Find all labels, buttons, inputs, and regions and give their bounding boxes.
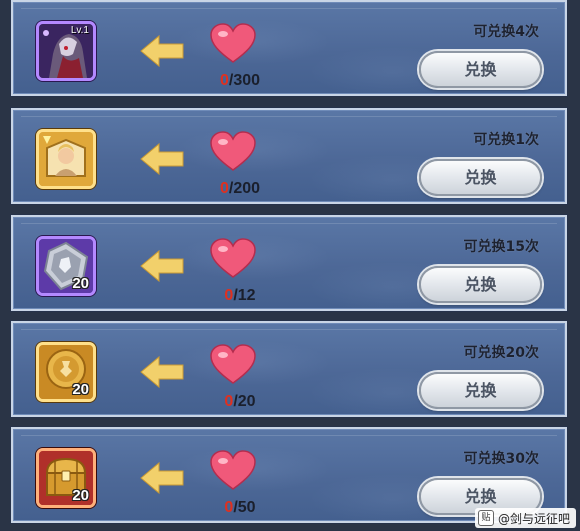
cost-counter: 0/12 — [195, 287, 285, 305]
heart-icon — [210, 344, 256, 384]
arrow-left-icon — [140, 34, 184, 68]
cost-need: /20 — [233, 393, 256, 410]
exchange-row: 20 0/20 可兑换20次 兑换 — [11, 321, 567, 417]
heart-icon — [210, 450, 256, 490]
exchange-row: 20 0/12 可兑换15次 兑换 — [11, 215, 567, 311]
cost-need: /200 — [228, 180, 261, 197]
heart-icon — [210, 23, 256, 63]
item-quantity: 20 — [72, 487, 89, 504]
exchange-button[interactable]: 兑换 — [419, 372, 542, 409]
watermark: 贴 @剑与远征吧 — [474, 508, 576, 528]
portrait-frame-icon — [39, 132, 93, 186]
exchange-limit-label: 可兑换30次 — [463, 451, 539, 467]
exchange-limit-label: 可兑换4次 — [473, 24, 539, 40]
exchange-button[interactable]: 兑换 — [419, 159, 542, 196]
hero-card-item[interactable]: Lv.1 — [36, 21, 96, 81]
cost-need: /50 — [233, 499, 256, 516]
silver-coin-item[interactable]: 20 — [36, 236, 96, 296]
cost-have: 0 — [224, 393, 234, 410]
exchange-button[interactable]: 兑换 — [419, 51, 542, 88]
cost-counter: 0/50 — [195, 499, 285, 517]
exchange-limit-label: 可兑换15次 — [463, 239, 539, 255]
gold-coin-item[interactable]: 20 — [36, 342, 96, 402]
item-quantity: 20 — [72, 275, 89, 292]
cost-counter: 0/20 — [195, 393, 285, 411]
cost-have: 0 — [219, 72, 229, 89]
exchange-row: 0/200 可兑换1次 兑换 — [11, 108, 567, 204]
arrow-left-icon — [140, 142, 184, 176]
exchange-list: Lv.1 0/300 可兑换4次 兑换 0/200 可兑换1次 兑换 20 0/… — [0, 0, 580, 531]
cost-need: /300 — [228, 72, 261, 89]
cost-have: 0 — [224, 287, 234, 304]
cost-have: 0 — [219, 180, 229, 197]
cost-counter: 0/200 — [195, 180, 285, 198]
arrow-left-icon — [140, 461, 184, 495]
portrait-chest-item[interactable] — [36, 129, 96, 189]
tieba-logo-icon: 贴 — [477, 510, 494, 526]
watermark-text: @剑与远征吧 — [497, 511, 570, 526]
cost-counter: 0/300 — [195, 72, 285, 90]
item-quantity: 20 — [72, 381, 89, 398]
item-level-label: Lv.1 — [70, 25, 89, 36]
treasure-chest-item[interactable]: 20 — [36, 448, 96, 508]
heart-icon — [210, 238, 256, 278]
heart-icon — [210, 131, 256, 171]
cost-need: /12 — [233, 287, 256, 304]
arrow-left-icon — [140, 355, 184, 389]
exchange-limit-label: 可兑换1次 — [473, 132, 539, 148]
exchange-row: Lv.1 0/300 可兑换4次 兑换 — [11, 0, 567, 96]
exchange-limit-label: 可兑换20次 — [463, 345, 539, 361]
arrow-left-icon — [140, 249, 184, 283]
cost-have: 0 — [224, 499, 234, 516]
exchange-button[interactable]: 兑换 — [419, 266, 542, 303]
